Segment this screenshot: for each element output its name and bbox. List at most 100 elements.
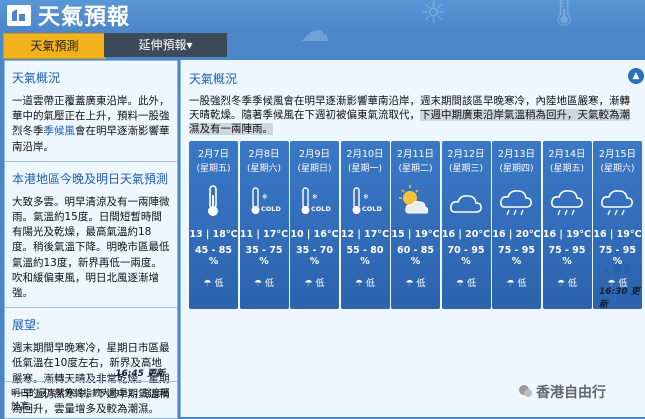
forecast-date: 2月14日 xyxy=(548,149,586,160)
umbrella-icon: ☂ xyxy=(304,279,313,289)
scroll-up-button[interactable]: ▲ xyxy=(628,68,644,84)
umbrella-icon: ☂ xyxy=(405,279,414,289)
header-bar: 天氣預報 ☁ ☼ 🌡 xyxy=(0,0,645,49)
forecast-uv-level: 低 xyxy=(466,279,476,289)
svg-text:❄: ❄ xyxy=(363,193,369,201)
forecast-weekday: (星期六) xyxy=(246,164,282,174)
overview-text: 一道雲帶正覆蓋廣東沿岸。此外，華中的氣壓正在上升，預料一股強烈冬季季候風會在明早… xyxy=(12,94,170,155)
svg-text:COLD: COLD xyxy=(261,205,281,213)
monsoon-link[interactable]: 季候風 xyxy=(44,125,76,137)
forecast-weekday: (星期六) xyxy=(600,164,635,174)
forecast-date: 2月9日 xyxy=(298,149,331,160)
forecast-humidity: 35 - 70 % xyxy=(296,245,333,267)
forecast-uv-level: 低 xyxy=(214,279,224,289)
bg-rain-icon: ☁ xyxy=(300,14,330,49)
forecast-weekday: (星期四) xyxy=(499,164,534,174)
forecast-weekday: (星期三) xyxy=(448,164,484,174)
forecast-humidity: 55 - 80 % xyxy=(346,245,384,267)
general-situation-text: 一股強烈冬季季候風會在明早逐漸影響華南沿岸，週末期間該區早晚寒冷，內陸地區嚴寒，… xyxy=(189,94,637,136)
forecast-weekday: (星期五) xyxy=(196,164,231,174)
svg-text:COLD: COLD xyxy=(362,205,382,213)
forecast-uv: ☂ 低 xyxy=(442,276,491,289)
forecast-temperature: 12 | 17°C xyxy=(340,229,390,240)
forecast-card: 2月13日 (星期四) 16 | 20°C 75 - 95 % ☂ 低 xyxy=(492,141,541,309)
cold-icon: ❄ COLD xyxy=(240,183,289,221)
umbrella-icon: ☂ xyxy=(203,279,212,289)
umbrella-icon: ☂ xyxy=(506,279,515,289)
right-panel: 天氣概況 ▲ 一股強烈冬季季候風會在明早逐漸影響華南沿岸，週末期間該區早晚寒冷，… xyxy=(180,60,645,417)
forecast-uv-level: 低 xyxy=(416,279,426,289)
local-forecast-heading: 本港地區今晚及明日天氣預測 xyxy=(12,171,169,186)
general-situation-heading: 天氣概況 xyxy=(189,72,238,86)
svg-text:❄: ❄ xyxy=(312,193,318,201)
observatory-logo-icon xyxy=(7,5,31,26)
left-panel: 天氣概況 一道雲帶正覆蓋廣東沿岸。此外，華中的氣壓正在上升，預料一股強烈冬季季候… xyxy=(4,60,178,419)
nine-day-forecast: 2月7日 (星期五) 13 | 18°C 45 - 85 % ☂ 低 2月8日 (星期六) ❄… xyxy=(189,141,642,309)
forecast-date: 2月13日 xyxy=(497,149,536,160)
umbrella-icon: ☂ xyxy=(355,279,364,289)
rain-cloud-icon xyxy=(593,183,642,221)
forecast-date: 2月15日 xyxy=(598,149,637,160)
forecast-humidity: 70 - 95 % xyxy=(447,245,485,267)
forecast-uv: ☂ 低 xyxy=(189,276,238,289)
outlook-heading: 展望: xyxy=(12,318,41,333)
umbrella-icon: ☂ xyxy=(557,279,566,289)
forecast-temperature: 16 | 20°C xyxy=(441,229,491,240)
forecast-uv-level: 低 xyxy=(315,279,325,289)
tab-forecast[interactable]: 天氣預測 xyxy=(3,33,106,59)
forecast-uv: ☂ 低 xyxy=(290,276,339,289)
forecast-temperature: 15 | 19°C xyxy=(391,229,440,240)
forecast-temperature: 16 | 19°C xyxy=(593,229,642,240)
forecast-humidity: 75 - 95 % xyxy=(548,245,586,267)
svg-text:❄: ❄ xyxy=(262,193,268,201)
rain-cloud-icon xyxy=(492,183,541,221)
forecast-temperature: 13 | 18°C xyxy=(189,229,238,240)
umbrella-icon: ☂ xyxy=(254,279,263,289)
uv-note: 明日的最高紫外線指數大約是7，強度屬於高。 xyxy=(5,381,177,418)
svg-text:COLD: COLD xyxy=(311,205,331,213)
forecast-date: 2月10日 xyxy=(346,149,384,160)
forecast-humidity: 35 - 75 % xyxy=(245,245,283,267)
forecast-uv: ☂ 低 xyxy=(543,276,592,289)
forecast-temperature: 10 | 16°C xyxy=(290,229,339,240)
forecast-uv: ☂ 低 xyxy=(240,276,289,289)
forecast-card: 2月7日 (星期五) 13 | 18°C 45 - 85 % ☂ 低 xyxy=(189,141,238,309)
forecast-uv-level: 低 xyxy=(517,279,527,289)
more-link[interactable]: ▸ 更多 xyxy=(604,261,632,276)
forecast-humidity: 45 - 85 % xyxy=(195,245,232,267)
forecast-card: 2月8日 (星期六) ❄ COLD 11 | 17°C 35 - 75 % ☂ 低 xyxy=(239,141,289,309)
forecast-date: 2月12日 xyxy=(447,149,485,160)
forecast-weekday: (星期一) xyxy=(347,164,383,174)
sun-cloud-icon xyxy=(391,183,440,221)
rain-cloud-icon xyxy=(543,183,592,221)
forecast-uv: ☂ 低 xyxy=(341,276,390,289)
forecast-uv: ☂ 低 xyxy=(492,276,541,289)
forecast-uv-level: 低 xyxy=(365,279,375,289)
forecast-weekday: (星期日) xyxy=(297,164,332,174)
forecast-card: 2月10日 (星期一) ❄ COLD 12 | 17°C 55 - 80 % ☂ 低 xyxy=(340,141,390,309)
forecast-temperature: 11 | 17°C xyxy=(239,229,289,240)
forecast-card: 2月9日 (星期日) ❄ COLD 10 | 16°C 35 - 70 % ☂ 低 xyxy=(290,141,339,309)
forecast-date: 2月7日 xyxy=(197,149,230,160)
forecast-date: 2月11日 xyxy=(396,149,435,160)
forecast-weekday: (星期五) xyxy=(549,164,585,174)
forecast-card: 2月11日 (星期二) 15 | 19°C 60 - 85 % ☂ 低 xyxy=(391,141,440,309)
bg-sun-icon: ☼ xyxy=(420,0,447,31)
forecast-temperature: 16 | 20°C xyxy=(492,229,541,240)
bg-thermometer-icon: 🌡 xyxy=(545,0,584,29)
overview-heading: 天氣概況 xyxy=(12,71,61,85)
more-label: 更多 xyxy=(612,265,633,276)
right-update-time: 16:30 更新 xyxy=(599,287,640,310)
page-title: 天氣預報 xyxy=(38,5,131,30)
cold-thermometer-icon xyxy=(189,183,238,221)
cold-icon: ❄ COLD xyxy=(341,183,390,221)
cold-icon: ❄ COLD xyxy=(290,183,339,221)
cloud-icon xyxy=(442,183,491,221)
forecast-humidity: 60 - 85 % xyxy=(397,245,434,267)
tab-extended[interactable]: 延伸預報▾ xyxy=(104,33,227,57)
umbrella-icon: ☂ xyxy=(456,279,465,289)
local-forecast-text: 大致多雲。明早清涼及有一兩陣微雨。氣溫約15度。日間短暫時間有陽光及乾燥，最高氣… xyxy=(12,195,170,300)
forecast-uv: ☂ 低 xyxy=(391,276,440,289)
forecast-card: 2月14日 (星期五) 16 | 19°C 75 - 95 % ☂ 低 xyxy=(542,141,592,309)
forecast-weekday: (星期二) xyxy=(398,164,433,174)
